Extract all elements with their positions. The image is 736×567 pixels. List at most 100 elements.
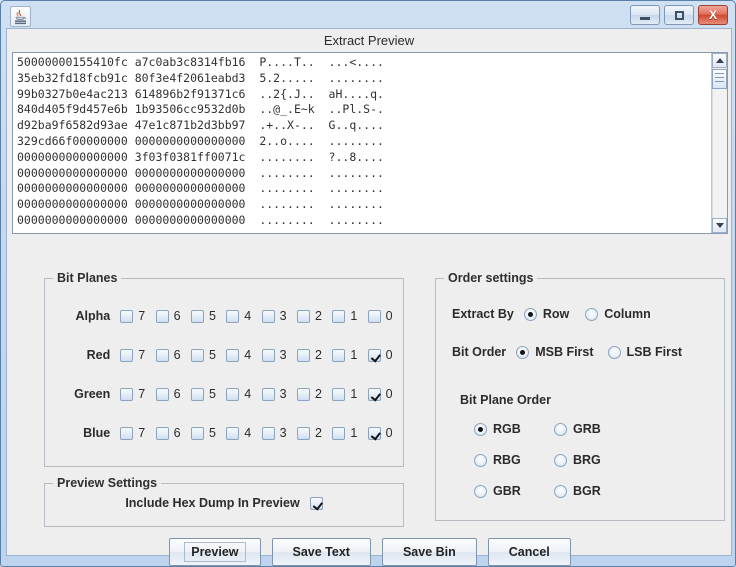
vertical-scrollbar[interactable] (711, 53, 727, 233)
checkbox-red-bit-0[interactable] (367, 348, 381, 362)
checkbox-alpha-bit-4[interactable] (226, 309, 240, 323)
save-text-button[interactable]: Save Text (271, 538, 371, 566)
hex-dump-textarea[interactable]: 50000000155410fc a7c0ab3c8314fb16 P....T… (12, 52, 728, 234)
minimize-button[interactable] (630, 5, 660, 25)
checkbox-green-bit-6[interactable] (155, 387, 169, 401)
checkbox-red-bit-3[interactable] (261, 348, 275, 362)
bit-number-label: 2 (314, 348, 322, 362)
java-coffee-cup-icon (10, 6, 31, 27)
checkbox-red-bit-5[interactable] (190, 348, 204, 362)
window-controls: X (630, 5, 728, 25)
bit-plane-row-label: Green (74, 387, 111, 401)
bit-planes-legend: Bit Planes (53, 271, 122, 285)
radio-indicator (523, 307, 537, 321)
save-bin-button[interactable]: Save Bin (381, 538, 477, 566)
bit-number-label: 7 (138, 348, 146, 362)
checkbox-red-bit-1[interactable] (332, 348, 346, 362)
bit-plane-item: 3 (261, 426, 297, 440)
radio-label: LSB First (626, 345, 683, 359)
bit-plane-order-row: RGB GRB (474, 422, 704, 436)
checkbox-green-bit-5[interactable] (190, 387, 204, 401)
dialog-client-area: Extract Preview 50000000155410fc a7c0ab3… (6, 28, 732, 566)
checkbox-red-bit-6[interactable] (155, 348, 169, 362)
checkbox-green-bit-0[interactable] (367, 387, 381, 401)
bit-plane-item: 7 (120, 426, 155, 440)
checkbox-alpha-bit-7[interactable] (120, 309, 134, 323)
radio-bit-order-msb-first[interactable]: MSB First (516, 345, 594, 359)
scroll-down-button[interactable] (712, 218, 727, 233)
radio-bit-order-lsb-first[interactable]: LSB First (607, 345, 683, 359)
checkbox-blue-bit-2[interactable] (296, 426, 310, 440)
hex-dump-content[interactable]: 50000000155410fc a7c0ab3c8314fb16 P....T… (13, 53, 711, 233)
radio-bit-plane-order-rbg[interactable]: RBG (474, 453, 554, 467)
hex-dump-line: 99b0327b0e4ac213 614896b2f91371c6 ..2{.J… (17, 86, 384, 101)
radio-bit-plane-order-bgr[interactable]: BGR (554, 484, 634, 498)
radio-bit-plane-order-brg[interactable]: BRG (554, 453, 634, 467)
radio-bit-plane-order-grb[interactable]: GRB (554, 422, 634, 436)
radio-indicator (516, 345, 530, 359)
bit-plane-item: 5 (190, 348, 226, 362)
preview-button[interactable]: Preview (169, 538, 261, 566)
bit-plane-item: 1 (332, 387, 367, 401)
close-button[interactable]: X (698, 5, 728, 25)
scroll-up-button[interactable] (712, 53, 727, 68)
checkbox-blue-bit-1[interactable] (332, 426, 346, 440)
radio-extract-by-column[interactable]: Column (585, 307, 651, 321)
checkbox-blue-bit-4[interactable] (226, 426, 240, 440)
checkbox-alpha-bit-2[interactable] (296, 309, 310, 323)
bit-number-label: 2 (314, 387, 322, 401)
checkbox-alpha-bit-0[interactable] (367, 309, 381, 323)
radio-bit-plane-order-gbr[interactable]: GBR (474, 484, 554, 498)
bit-number-label: 7 (138, 309, 146, 323)
checkbox-green-bit-4[interactable] (226, 387, 240, 401)
scrollbar-track[interactable] (712, 68, 727, 218)
checkbox-alpha-bit-3[interactable] (261, 309, 275, 323)
checkbox-blue-bit-0[interactable] (367, 426, 381, 440)
radio-bit-plane-order-rgb[interactable]: RGB (474, 422, 554, 436)
bit-number-label: 5 (208, 348, 216, 362)
checkbox-red-bit-2[interactable] (296, 348, 310, 362)
bit-plane-row-blue: Blue 7 6 5 4 3 2 1 0 (45, 424, 403, 442)
checkbox-red-bit-7[interactable] (120, 348, 134, 362)
include-hex-dump-label: Include Hex Dump In Preview (125, 496, 300, 510)
cancel-button[interactable]: Cancel (487, 538, 571, 566)
checkbox-alpha-bit-5[interactable] (190, 309, 204, 323)
preview-settings-legend: Preview Settings (53, 476, 162, 490)
bit-number-label: 3 (279, 348, 287, 362)
include-hex-dump-checkbox[interactable] (309, 496, 323, 510)
checkbox-blue-bit-6[interactable] (155, 426, 169, 440)
checkbox-alpha-bit-6[interactable] (155, 309, 169, 323)
bit-number-label: 1 (350, 426, 358, 440)
checkbox-green-bit-2[interactable] (296, 387, 310, 401)
bit-number-label: 0 (385, 426, 393, 440)
checkbox-green-bit-1[interactable] (332, 387, 346, 401)
bit-plane-item: 3 (261, 309, 297, 323)
bit-plane-row-green: Green 7 6 5 4 3 2 1 0 (45, 385, 403, 403)
scrollbar-thumb[interactable] (712, 69, 727, 89)
bit-number-label: 6 (173, 348, 181, 362)
maximize-button[interactable] (664, 5, 694, 25)
order-settings-legend: Order settings (444, 271, 538, 285)
checkbox-green-bit-3[interactable] (261, 387, 275, 401)
bit-planes-panel: Bit Planes Alpha 7 6 5 4 3 2 1 0 Red 7 6 5 4 3 2 1 0 Green… (44, 271, 404, 467)
checkbox-red-bit-4[interactable] (226, 348, 240, 362)
bit-plane-order-label: Bit Plane Order (460, 393, 551, 407)
bit-number-label: 4 (244, 348, 252, 362)
checkbox-blue-bit-5[interactable] (190, 426, 204, 440)
bit-number-label: 1 (350, 387, 358, 401)
bit-plane-item: 6 (155, 387, 191, 401)
bit-plane-item: 6 (155, 309, 191, 323)
bit-number-label: 0 (385, 348, 393, 362)
radio-indicator (554, 422, 567, 436)
bit-plane-order-row: RBG BRG (474, 453, 704, 467)
bit-plane-row-label: Alpha (75, 309, 111, 323)
radio-extract-by-row[interactable]: Row (523, 307, 570, 321)
checkbox-green-bit-7[interactable] (120, 387, 134, 401)
checkbox-alpha-bit-1[interactable] (332, 309, 346, 323)
bit-plane-item: 4 (226, 309, 261, 323)
checkbox-blue-bit-7[interactable] (120, 426, 134, 440)
bit-number-label: 4 (244, 426, 252, 440)
extract-by-label: Extract By (452, 307, 514, 321)
radio-label: Row (542, 307, 570, 321)
checkbox-blue-bit-3[interactable] (261, 426, 275, 440)
